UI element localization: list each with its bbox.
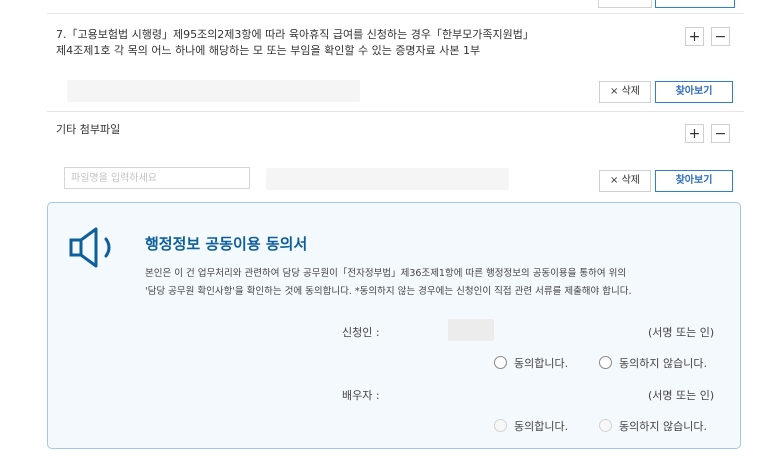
divider	[47, 13, 744, 14]
other-find-button[interactable]: 찾아보기	[655, 170, 733, 192]
spouse-agree-radio[interactable]	[494, 419, 507, 432]
applicant-sign-text: (서명 또는 인)	[648, 326, 715, 339]
consent-panel: 행정정보 공동이용 동의서 본인은 이 건 업무처리와 관련하여 담당 공무원이…	[47, 202, 741, 449]
prev-delete-button[interactable]	[598, 0, 652, 8]
applicant-disagree-radio[interactable]	[599, 356, 612, 369]
applicant-label: 신청인 :	[342, 326, 380, 339]
file-name-input[interactable]	[64, 167, 250, 189]
spouse-disagree-label[interactable]: 동의하지 않습니다.	[619, 418, 707, 434]
consent-description: 본인은 이 건 업무처리와 관련하여 담당 공무원이「전자정부법」제36조제1항…	[145, 265, 735, 301]
consent-desc-line1: 본인은 이 건 업무처리와 관련하여 담당 공무원이「전자정부법」제36조제1항…	[145, 268, 627, 279]
item-7-add-button[interactable]: +	[685, 27, 704, 46]
spouse-agree-label[interactable]: 동의합니다.	[514, 418, 568, 434]
spouse-label: 배우자 :	[342, 389, 380, 402]
item-7-line1: 7.「고용보험법 시행령」제95조의2제3항에 따라 육아휴직 급여를 신청하는…	[56, 28, 534, 41]
divider	[47, 111, 744, 112]
other-remove-button[interactable]: −	[711, 124, 730, 143]
consent-title: 행정정보 공동이용 동의서	[145, 235, 308, 253]
spouse-sign-text: (서명 또는 인)	[648, 389, 715, 402]
applicant-agree-label[interactable]: 동의합니다.	[514, 355, 568, 371]
applicant-agree-radio[interactable]	[494, 356, 507, 369]
other-file-field[interactable]	[266, 168, 509, 190]
applicant-disagree-label[interactable]: 동의하지 않습니다.	[619, 355, 707, 371]
item-7-find-button[interactable]: 찾아보기	[655, 81, 733, 103]
spouse-disagree-radio[interactable]	[599, 419, 612, 432]
applicant-signature	[448, 319, 494, 341]
other-add-button[interactable]: +	[685, 124, 704, 143]
other-delete-button[interactable]: × 삭제	[599, 170, 651, 192]
item-7-delete-button[interactable]: × 삭제	[599, 81, 651, 103]
other-attachments-label: 기타 첨부파일	[56, 123, 121, 136]
consent-desc-line2: '담당 공무원 확인사항'을 확인하는 것에 동의합니다. *동의하지 않는 경…	[145, 286, 632, 297]
item-7-file-field[interactable]	[67, 80, 360, 102]
item-7-remove-button[interactable]: −	[711, 27, 730, 46]
prev-find-button[interactable]	[655, 0, 735, 8]
speaker-icon	[69, 227, 111, 268]
item-7-line2: 제4조제1호 각 목의 어느 하나에 해당하는 모 또는 부임을 확인할 수 있…	[56, 44, 481, 57]
